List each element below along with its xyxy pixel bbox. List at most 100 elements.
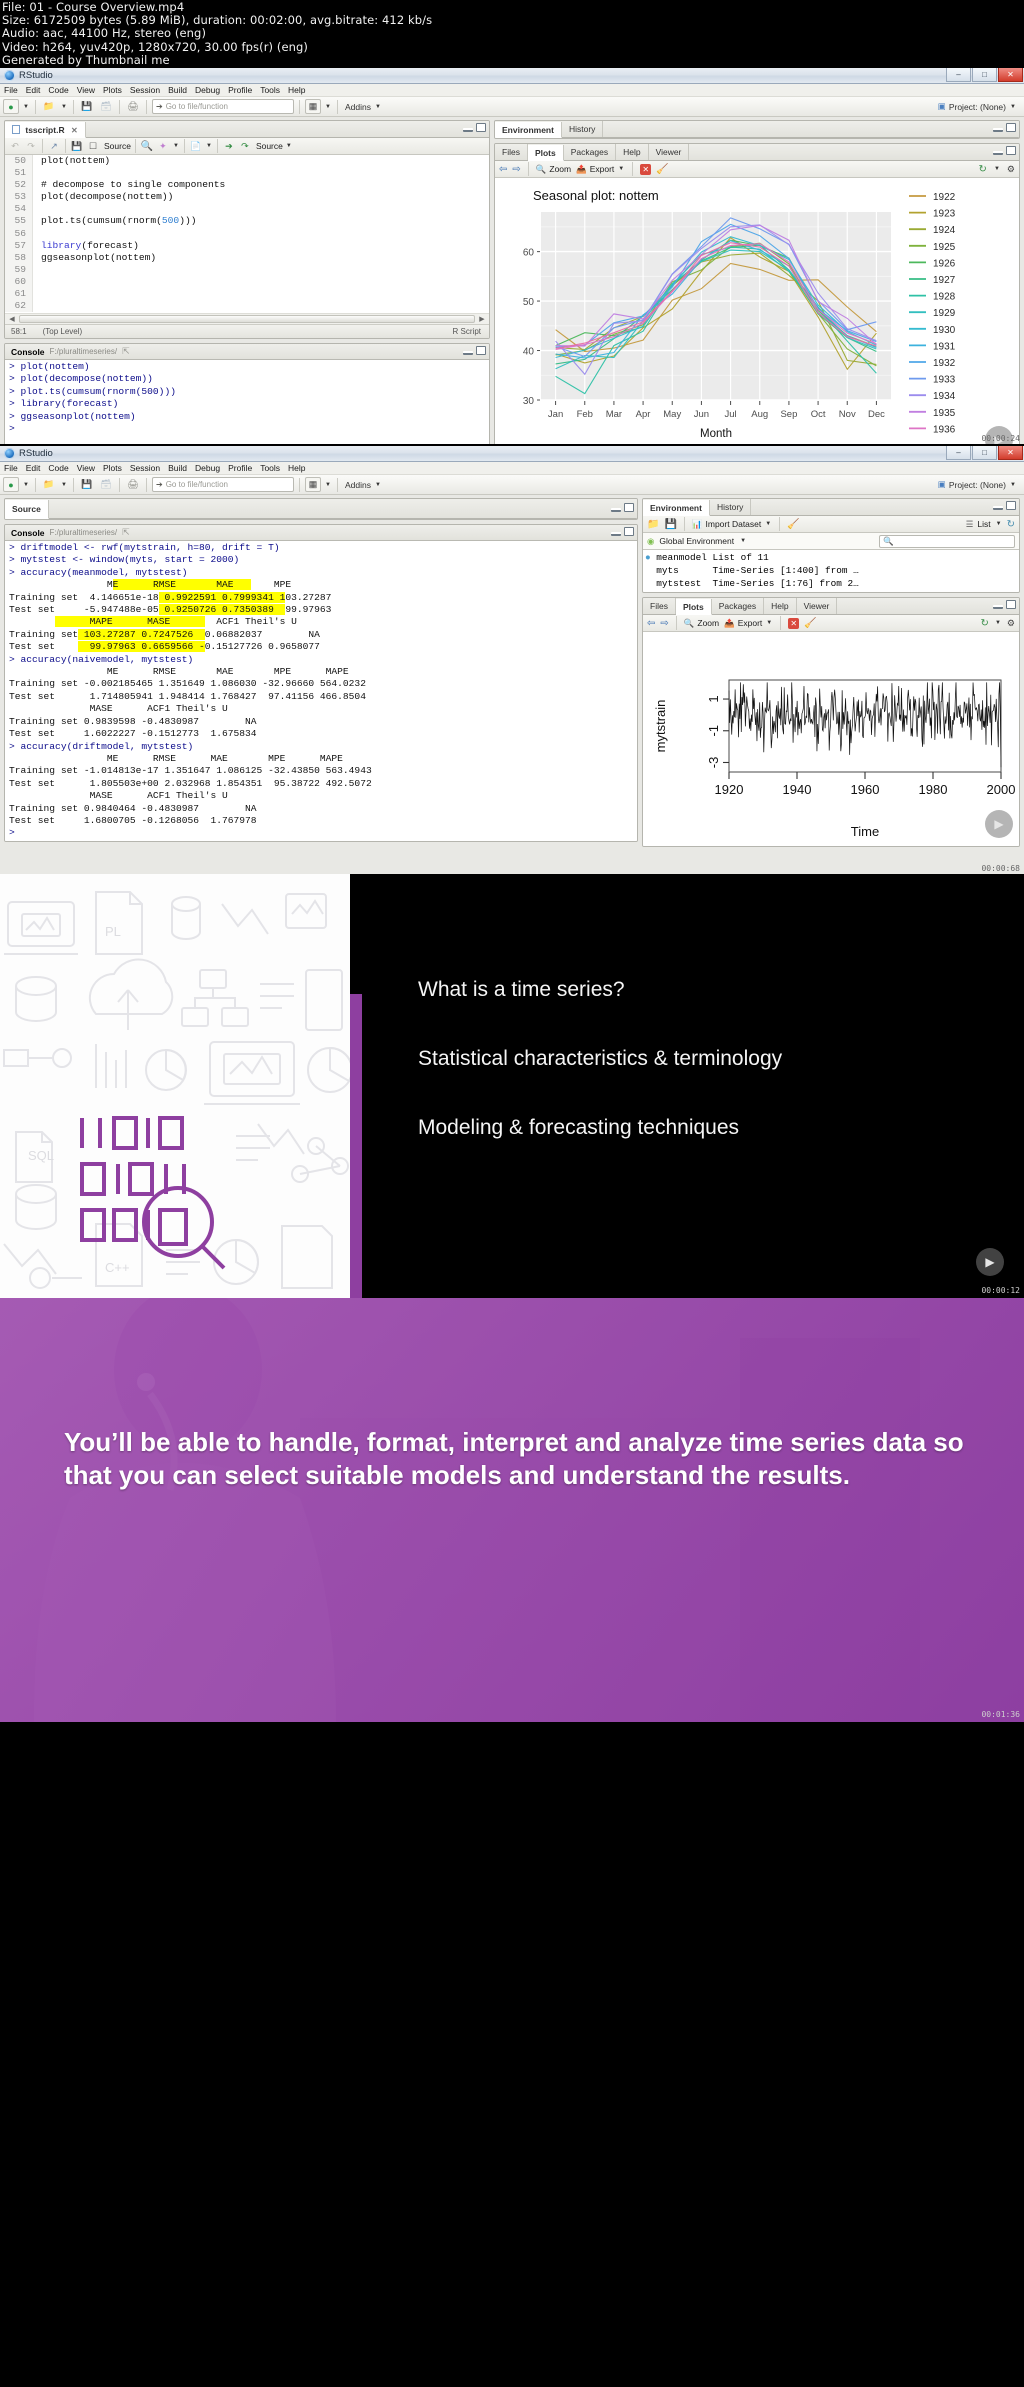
menu-debug[interactable]: Debug: [191, 463, 224, 473]
addins-chevron-down-icon[interactable]: ▼: [374, 482, 382, 488]
new-file-icon[interactable]: ●: [3, 99, 19, 114]
code-editor-area[interactable]: 50 plot(nottem) 51 52 # decompose to single …: [5, 155, 489, 313]
workspace-panes-icon[interactable]: ▦: [305, 477, 321, 492]
menu-build[interactable]: Build: [164, 85, 191, 95]
scroll-left-arrow-icon[interactable]: ◀: [6, 314, 18, 325]
clear-plots-broom-icon[interactable]: 🧹: [804, 618, 816, 629]
addins-label[interactable]: Addins: [343, 480, 371, 490]
code-tools-chevron-down-icon[interactable]: ▼: [172, 143, 180, 149]
project-indicator[interactable]: ▣ Project: (None) ▼: [938, 479, 1021, 490]
maximize-pane-icon[interactable]: [1006, 146, 1016, 155]
menu-code[interactable]: Code: [44, 463, 72, 473]
scroll-right-arrow-icon[interactable]: ▶: [476, 314, 488, 325]
refresh-chevron-down-icon[interactable]: ▼: [994, 620, 1002, 626]
tab-plots[interactable]: Plots: [527, 145, 564, 161]
minimize-pane-icon[interactable]: [463, 128, 473, 132]
minimize-pane-icon[interactable]: [611, 508, 621, 512]
maximize-pane-icon[interactable]: [1006, 123, 1016, 132]
tab-history[interactable]: History: [710, 499, 752, 515]
menu-profile[interactable]: Profile: [224, 463, 256, 473]
menu-help[interactable]: Help: [284, 85, 309, 95]
maximize-pane-icon[interactable]: [624, 527, 634, 536]
refresh-chevron-down-icon[interactable]: ▼: [993, 166, 1001, 172]
play-overlay-icon[interactable]: ▶: [976, 1248, 1004, 1276]
open-in-explorer-icon[interactable]: ⇱: [122, 527, 130, 538]
refresh-icon[interactable]: ↻: [979, 164, 987, 175]
minimize-pane-icon[interactable]: [611, 532, 621, 536]
menu-help[interactable]: Help: [284, 463, 309, 473]
scope-chevron-down-icon[interactable]: ▼: [739, 538, 747, 544]
save-all-icon[interactable]: 🗃: [98, 477, 114, 492]
save-icon[interactable]: 💾: [70, 139, 84, 153]
export-chevron-down-icon[interactable]: ▼: [617, 166, 625, 172]
project-chevron-down-icon[interactable]: ▼: [1009, 104, 1017, 110]
remove-plot-icon[interactable]: ✕: [640, 163, 652, 175]
source-run-label[interactable]: Source: [256, 141, 283, 151]
gear-icon[interactable]: ⚙: [1007, 164, 1015, 175]
scroll-thumb[interactable]: [19, 315, 475, 323]
tab-environment[interactable]: Environment: [643, 500, 710, 516]
addins-chevron-down-icon[interactable]: ▼: [374, 104, 382, 110]
refresh-icon[interactable]: ↻: [1007, 519, 1015, 530]
maximize-pane-icon[interactable]: [624, 503, 634, 512]
close-button[interactable]: ✕: [998, 68, 1023, 82]
scope-selector[interactable]: (Top Level): [43, 327, 83, 336]
minimize-button[interactable]: –: [946, 68, 971, 82]
environment-row[interactable]: mytstest Time-Series [1:76] from 2…: [645, 577, 1017, 590]
menu-view[interactable]: View: [73, 85, 99, 95]
close-icon[interactable]: ✕: [71, 126, 78, 135]
maximize-pane-icon[interactable]: [1006, 600, 1016, 609]
menu-debug[interactable]: Debug: [191, 85, 224, 95]
zoom-button[interactable]: 🔍 Zoom: [684, 618, 719, 629]
menu-view[interactable]: View: [73, 463, 99, 473]
editor-horizontal-scrollbar[interactable]: ◀ ▶: [5, 313, 489, 324]
tab-help[interactable]: Help: [616, 144, 649, 160]
open-file-chevron-down-icon[interactable]: ▼: [60, 104, 68, 110]
minimize-pane-icon[interactable]: [993, 506, 1003, 510]
environment-row[interactable]: myts Time-Series [1:400] from …: [645, 564, 1017, 577]
import-dataset-button[interactable]: 📊 Import Dataset ▼: [692, 519, 772, 530]
editor-tab-tsscript[interactable]: tsscript.R ✕: [5, 122, 86, 138]
print-icon[interactable]: 🖨: [125, 99, 141, 114]
compile-report-icon[interactable]: 📄: [189, 139, 203, 153]
maximize-button[interactable]: □: [972, 446, 997, 460]
addins-label[interactable]: Addins: [343, 102, 371, 112]
run-icon[interactable]: ➔: [222, 139, 236, 153]
open-file-icon[interactable]: 📁: [41, 99, 57, 114]
clear-workspace-broom-icon[interactable]: 🧹: [787, 519, 799, 530]
list-chevron-down-icon[interactable]: ▼: [995, 521, 1003, 527]
workspace-chevron-down-icon[interactable]: ▼: [324, 104, 332, 110]
remove-plot-icon[interactable]: ✕: [788, 617, 800, 629]
back-arrow-icon[interactable]: ↶: [8, 139, 22, 153]
menu-file[interactable]: File: [0, 85, 22, 95]
gear-icon[interactable]: ⚙: [1007, 618, 1015, 629]
project-chevron-down-icon[interactable]: ▼: [1009, 482, 1017, 488]
goto-file-function-input[interactable]: ➔ Go to file/function: [152, 477, 294, 492]
tab-history[interactable]: History: [562, 121, 604, 137]
previous-plot-icon[interactable]: ⇦: [499, 164, 507, 175]
menu-code[interactable]: Code: [44, 85, 72, 95]
tab-help[interactable]: Help: [764, 598, 797, 614]
load-workspace-icon[interactable]: 📁: [647, 519, 659, 530]
environment-row[interactable]: ● meanmodel List of 11: [645, 551, 1017, 564]
menu-build[interactable]: Build: [164, 463, 191, 473]
console-output-2[interactable]: > driftmodel <- rwf(mytstrain, h=80, dri…: [5, 541, 637, 841]
global-environment-selector[interactable]: Global Environment: [659, 536, 734, 546]
menu-profile[interactable]: Profile: [224, 85, 256, 95]
workspace-panes-icon[interactable]: ▦: [305, 99, 321, 114]
export-chevron-down-icon[interactable]: ▼: [765, 620, 773, 626]
save-icon[interactable]: 💾: [79, 99, 95, 114]
open-file-icon[interactable]: 📁: [41, 477, 57, 492]
environment-search-input[interactable]: 🔍: [879, 534, 1015, 548]
maximize-pane-icon[interactable]: [476, 346, 486, 355]
menu-session[interactable]: Session: [126, 463, 164, 473]
menu-edit[interactable]: Edit: [22, 463, 45, 473]
list-view-icon[interactable]: ☰: [966, 519, 974, 530]
previous-plot-icon[interactable]: ⇦: [647, 618, 655, 629]
tab-packages[interactable]: Packages: [564, 144, 617, 160]
tab-viewer[interactable]: Viewer: [797, 598, 838, 614]
environment-variable-list[interactable]: ● meanmodel List of 11 myts Time-Series …: [643, 550, 1019, 592]
next-plot-icon[interactable]: ⇨: [660, 618, 668, 629]
expand-icon[interactable]: ●: [645, 552, 651, 563]
maximize-pane-icon[interactable]: [1006, 501, 1016, 510]
